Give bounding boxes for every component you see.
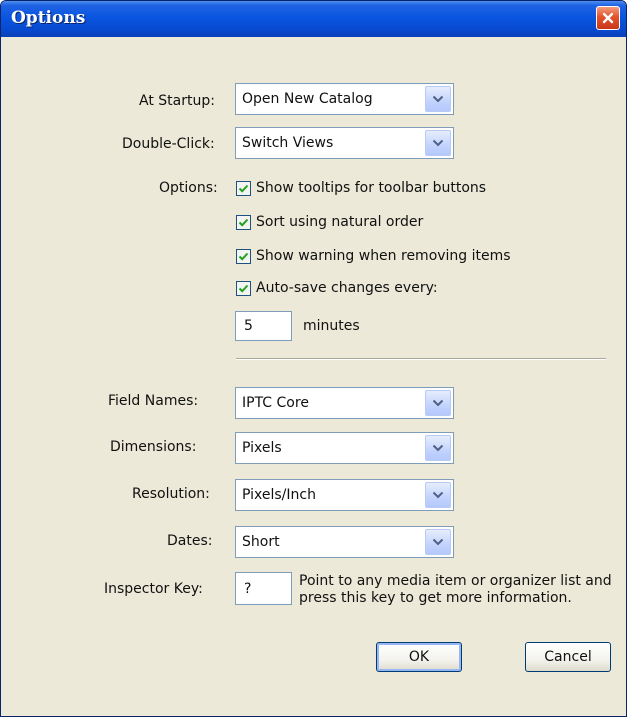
checkmark-icon xyxy=(238,218,249,227)
chevron-down-icon[interactable] xyxy=(425,435,451,461)
double-click-select[interactable]: Switch Views xyxy=(235,127,454,159)
option-label: Show tooltips for toolbar buttons xyxy=(256,180,487,196)
dates-value: Short xyxy=(242,534,280,550)
field-names-select[interactable]: IPTC Core xyxy=(235,387,454,419)
checkmark-icon xyxy=(238,184,249,193)
options-dialog: Options At Startup: Open New Catalog Dou… xyxy=(0,0,627,717)
dates-select[interactable]: Short xyxy=(235,526,454,558)
option-natural-order[interactable]: Sort using natural order xyxy=(236,214,423,230)
autosave-minutes-value: 5 xyxy=(244,318,253,334)
inspector-key-help: Point to any media item or organizer lis… xyxy=(299,573,612,606)
dates-label: Dates: xyxy=(167,533,213,549)
resolution-value: Pixels/Inch xyxy=(242,487,316,503)
dimensions-select[interactable]: Pixels xyxy=(235,432,454,464)
close-icon xyxy=(602,12,614,24)
checkbox-checked[interactable] xyxy=(236,180,251,196)
checkbox-checked[interactable] xyxy=(236,248,251,264)
at-startup-value: Open New Catalog xyxy=(242,91,373,107)
option-show-tooltips[interactable]: Show tooltips for toolbar buttons xyxy=(236,180,486,196)
double-click-label: Double-Click: xyxy=(122,136,215,152)
option-label: Show warning when removing items xyxy=(256,248,511,264)
chevron-down-icon[interactable] xyxy=(425,482,451,508)
inspector-key-value: ? xyxy=(244,581,252,597)
chevron-down-icon[interactable] xyxy=(425,390,451,416)
option-auto-save[interactable]: Auto-save changes every: xyxy=(236,280,438,296)
checkmark-icon xyxy=(238,252,249,261)
at-startup-label: At Startup: xyxy=(139,93,215,109)
field-names-label: Field Names: xyxy=(108,393,199,409)
section-divider xyxy=(236,358,606,360)
resolution-select[interactable]: Pixels/Inch xyxy=(235,479,454,511)
chevron-down-icon[interactable] xyxy=(425,130,451,156)
option-label: Auto-save changes every: xyxy=(256,280,438,296)
option-removal-warning[interactable]: Show warning when removing items xyxy=(236,248,511,264)
checkmark-icon xyxy=(238,284,249,293)
inspector-key-label: Inspector Key: xyxy=(104,581,203,597)
title-bar[interactable]: Options xyxy=(1,1,626,37)
double-click-value: Switch Views xyxy=(242,135,334,151)
cancel-button[interactable]: Cancel xyxy=(525,642,611,672)
resolution-label: Resolution: xyxy=(132,486,210,502)
option-label: Sort using natural order xyxy=(256,214,424,230)
dialog-title: Options xyxy=(11,8,86,28)
checkbox-checked[interactable] xyxy=(236,280,251,296)
dimensions-label: Dimensions: xyxy=(110,439,197,455)
at-startup-select[interactable]: Open New Catalog xyxy=(235,83,454,115)
minutes-label: minutes xyxy=(303,318,360,334)
checkbox-checked[interactable] xyxy=(236,214,251,230)
autosave-minutes-input[interactable]: 5 xyxy=(235,311,292,341)
field-names-value: IPTC Core xyxy=(242,395,309,411)
dimensions-value: Pixels xyxy=(242,440,282,456)
chevron-down-icon[interactable] xyxy=(425,529,451,555)
ok-button[interactable]: OK xyxy=(376,642,462,672)
options-label: Options: xyxy=(159,180,218,196)
inspector-key-input[interactable]: ? xyxy=(235,572,292,605)
close-button[interactable] xyxy=(596,6,620,30)
chevron-down-icon[interactable] xyxy=(425,86,451,112)
dialog-content: At Startup: Open New Catalog Double-Clic… xyxy=(4,37,623,713)
